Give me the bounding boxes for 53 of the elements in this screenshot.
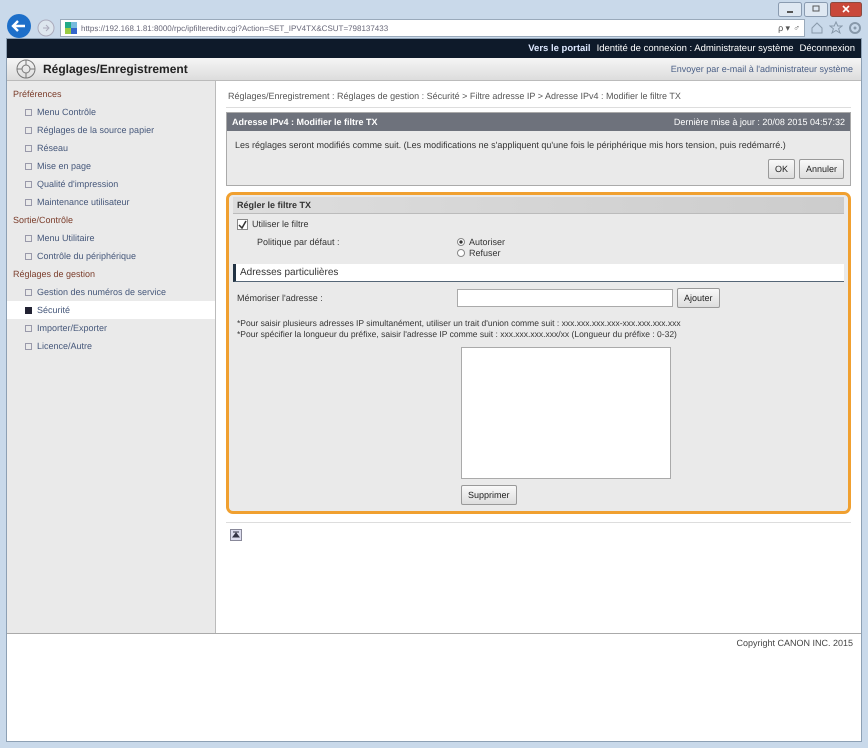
address-label: Mémoriser l'adresse : (237, 292, 324, 302)
cancel-button[interactable]: Annuler (798, 158, 844, 178)
sidebar-item[interactable]: Qualité d'impression (7, 175, 215, 193)
use-filter-checkbox[interactable]: Utiliser le filtre (237, 218, 840, 230)
sidebar-item[interactable]: Menu Contrôle (7, 103, 215, 121)
sidebar-heading: Réglages de gestion (12, 268, 96, 281)
address-input[interactable] (457, 288, 673, 306)
policy-label: Politique par défaut : (257, 236, 341, 249)
back-button[interactable] (6, 13, 32, 39)
breadcrumb: Réglages/Enregistrement : Réglages de gestion : Sécurité > Filtre adresse IP > Adresse IPv4 : Modifier le filtre TX (226, 87, 851, 108)
minimize-button[interactable] (778, 2, 802, 17)
sidebar-item[interactable]: Importer/Exporter (7, 319, 215, 337)
page-title: Réglages/Enregistrement (43, 62, 189, 76)
site-icon (65, 22, 77, 34)
panel-message: Les réglages seront modifiés comme suit. (Les modifications ne s'appliquent qu'une fois le périphérique mis hors tension, puis redémarré.) (234, 139, 787, 152)
home-icon[interactable] (810, 21, 824, 35)
section-header: Régler le filtre TX (233, 196, 844, 214)
sidebar-item[interactable]: Gestion des numéros de service (7, 283, 215, 301)
login-info: Identité de connexion : Administrateur système (596, 43, 794, 54)
settings-icon[interactable] (848, 21, 862, 35)
sidebar-item[interactable]: Mise en page (7, 157, 215, 175)
forward-button[interactable] (37, 19, 55, 37)
sidebar-item[interactable]: Sécurité (7, 301, 215, 319)
sidebar-item[interactable]: Réseau (7, 139, 215, 157)
address-bar[interactable]: https://192.168.1.81:8000/rpc/ipfiltereditv.cgi?Action=SET_IPV4TX&CSUT=798137433 ρ ▾ ♂ (60, 19, 805, 37)
sidebar-item[interactable]: Contrôle du périphérique (7, 247, 215, 265)
hint-text: *Pour saisir plusieurs adresses IP simultanément, utiliser un trait d'union comme suit : xxx.xxx.xxx.xxx-xxx.xxx.xxx.xxx (237, 318, 682, 330)
hint-text: *Pour spécifier la longueur du préfixe, saisir l'adresse IP comme suit : xxx.xxx.xxx.xxx/xx (Longueur du préfixe : 0-32) (237, 329, 678, 342)
checkmark-icon (238, 220, 247, 228)
section-title: Adresses particulières (233, 264, 844, 282)
sidebar-item[interactable]: Maintenance utilisateur (7, 193, 215, 211)
address-list[interactable] (461, 347, 671, 480)
delete-button[interactable]: Supprimer (461, 485, 517, 506)
panel-title: Adresse IPv4 : Modifier le filtre TX (232, 117, 378, 127)
sidebar-item[interactable]: Licence/Autre (7, 337, 215, 355)
email-admin-link[interactable]: Envoyer par e-mail à l'administrateur système (670, 64, 853, 74)
sidebar-heading: Préférences (12, 88, 63, 101)
close-button[interactable] (830, 2, 862, 17)
scroll-top-icon[interactable] (230, 529, 242, 542)
portal-link[interactable]: Vers le portail (528, 43, 591, 54)
maximize-button[interactable] (804, 2, 828, 17)
logout-link[interactable]: Déconnexion (800, 43, 855, 54)
sidebar-item[interactable]: Réglages de la source papier (7, 121, 215, 139)
last-updated: Dernière mise à jour : 20/08 2015 04:57:32 (674, 117, 845, 127)
sidebar-item[interactable]: Menu Utilitaire (7, 229, 215, 247)
policy-radio[interactable]: Autoriser (457, 236, 506, 246)
ok-button[interactable]: OK (768, 158, 795, 178)
star-icon[interactable] (829, 21, 843, 35)
policy-radio[interactable]: Refuser (457, 248, 506, 258)
sidebar-heading: Sortie/Contrôle (12, 214, 74, 227)
gear-icon (15, 58, 37, 80)
copyright: Copyright CANON INC. 2015 (736, 638, 853, 648)
add-button[interactable]: Ajouter (677, 288, 720, 308)
